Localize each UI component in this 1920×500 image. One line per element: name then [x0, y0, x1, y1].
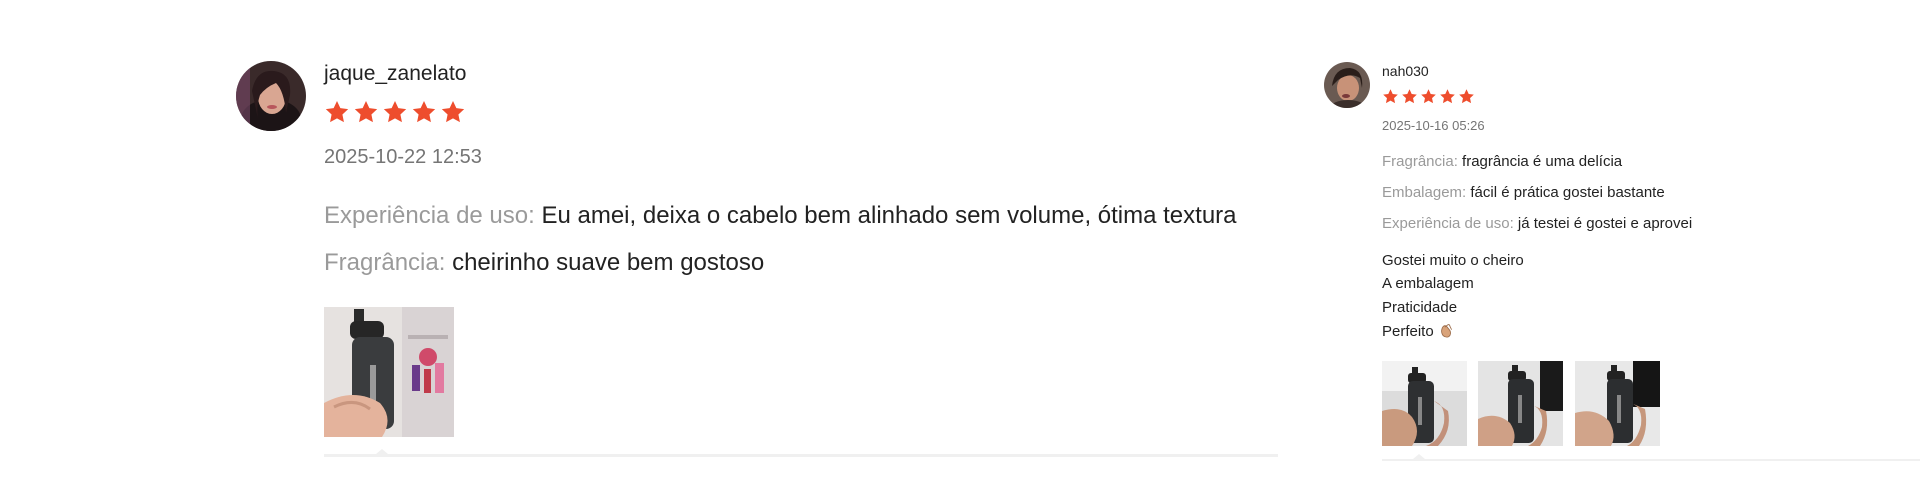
review-attribute: Experiência de uso: já testei é gostei e… [1382, 215, 1692, 232]
attribute-value: Eu amei, deixa o cabelo bem alinhado sem… [541, 202, 1237, 229]
review-photo[interactable] [1382, 361, 1467, 446]
attribute-value: fácil é prática gostei bastante [1470, 184, 1665, 201]
star-icon [440, 99, 466, 125]
separator [1382, 459, 1920, 461]
star-icon [1382, 88, 1399, 105]
star-icon [1420, 88, 1437, 105]
review-photo[interactable] [1575, 361, 1660, 446]
review-comment-line: Gostei muito o cheiro [1382, 252, 1524, 269]
attribute-label: Fragrância: [1382, 153, 1458, 170]
clapping-hands-icon [1438, 322, 1455, 343]
star-icon [1401, 88, 1418, 105]
star-icon [353, 99, 379, 125]
review-attribute: Experiência de uso: Eu amei, deixa o cab… [324, 202, 1237, 230]
star-icon [324, 99, 350, 125]
review-card: nah030 2025-10-16 05:26 Fragrância: frag… [1300, 0, 1920, 500]
attribute-label: Experiência de uso: [324, 202, 535, 229]
star-icon [1439, 88, 1456, 105]
review-date: 2025-10-16 05:26 [1382, 118, 1485, 133]
separator-notch [1413, 454, 1425, 459]
review-date: 2025-10-22 12:53 [324, 146, 482, 168]
review-comment-line: Perfeito [1382, 322, 1455, 343]
review-comment-line: Praticidade [1382, 299, 1458, 316]
attribute-label: Embalagem: [1382, 184, 1467, 201]
attribute-value: cheirinho suave bem gostoso [452, 249, 765, 276]
star-icon [1458, 88, 1475, 105]
star-icon [382, 99, 408, 125]
review-attribute: Fragrância: cheirinho suave bem gostoso [324, 249, 764, 277]
comment-text: Perfeito [1382, 323, 1434, 340]
review-photo[interactable] [1478, 361, 1563, 446]
avatar[interactable] [1324, 62, 1370, 108]
review-photo[interactable] [324, 307, 454, 437]
username[interactable]: nah030 [1382, 63, 1429, 79]
separator-notch [376, 449, 388, 454]
reviews-page: jaque_zanelato 2025-10-22 12:53 Experiên… [0, 0, 1920, 500]
review-card: jaque_zanelato 2025-10-22 12:53 Experiên… [0, 0, 1300, 500]
username[interactable]: jaque_zanelato [324, 62, 466, 86]
review-attribute: Embalagem: fácil é prática gostei bastan… [1382, 184, 1665, 201]
avatar[interactable] [236, 61, 306, 131]
attribute-label: Fragrância: [324, 249, 446, 276]
review-attribute: Fragrância: fragrância é uma delícia [1382, 153, 1622, 170]
attribute-value: já testei é gostei e aprovei [1517, 215, 1693, 232]
attribute-label: Experiência de uso: [1382, 215, 1514, 232]
separator [324, 454, 1278, 457]
review-comment-line: A embalagem [1382, 275, 1474, 292]
attribute-value: fragrância é uma delícia [1462, 153, 1623, 170]
star-rating [1382, 88, 1475, 105]
star-rating [324, 99, 466, 125]
star-icon [411, 99, 437, 125]
